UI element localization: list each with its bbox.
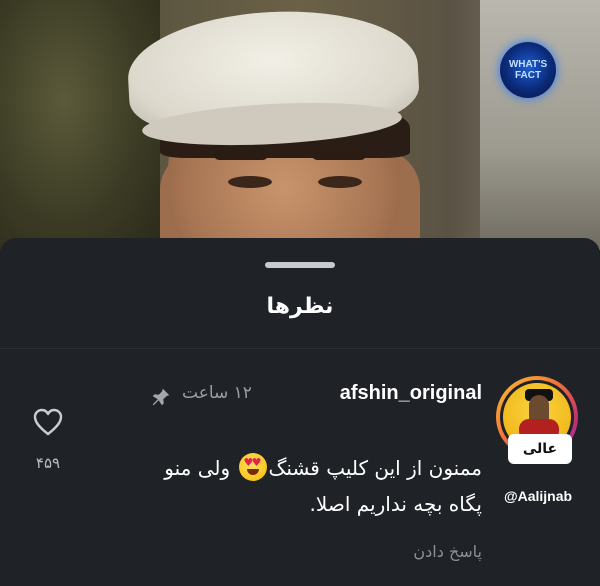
comment-username[interactable]: afshin_original bbox=[340, 382, 482, 405]
right-brow bbox=[312, 150, 366, 160]
background-wall bbox=[480, 0, 600, 250]
comment-timestamp: ۱۲ ساعت bbox=[182, 383, 252, 403]
comment-text-part1: ممنون از این کلیپ قشنگ bbox=[268, 456, 482, 480]
left-brow bbox=[214, 150, 268, 160]
emoji-mouth bbox=[246, 469, 259, 475]
video-frame[interactable]: WHAT'S FACT bbox=[0, 0, 600, 250]
avatar-handle-tag: @Aalijnab bbox=[503, 488, 573, 504]
pin-icon bbox=[152, 388, 170, 406]
comment-text: ممنون از این کلیپ قشنگ ولی منو پگاه بچه … bbox=[132, 450, 482, 522]
heart-outline-icon[interactable] bbox=[33, 408, 63, 436]
header-divider bbox=[0, 348, 600, 349]
channel-watermark: WHAT'S FACT bbox=[500, 42, 556, 98]
avatar-badge: عالی bbox=[508, 434, 572, 464]
left-eye bbox=[228, 176, 272, 188]
right-eye bbox=[318, 176, 362, 188]
drag-handle[interactable] bbox=[265, 262, 335, 268]
comments-sheet: نظرها عالی @Aalijnab afshin_original ۱۲ … bbox=[0, 238, 600, 586]
background-tree bbox=[0, 0, 160, 250]
sheet-title: نظرها bbox=[266, 294, 334, 319]
heart-eyes-emoji-icon bbox=[238, 453, 267, 481]
like-count: ۴۵۹ bbox=[35, 454, 61, 472]
reply-button[interactable]: پاسخ دادن bbox=[413, 542, 482, 561]
